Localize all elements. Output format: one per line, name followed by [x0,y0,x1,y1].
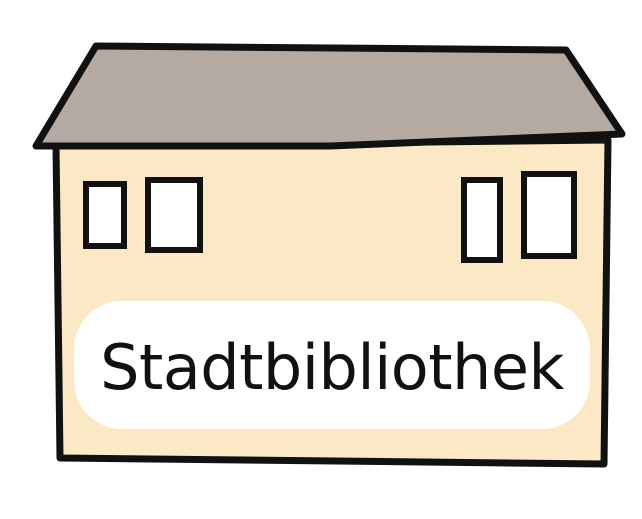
window-right-2 [521,171,577,259]
library-illustration: Stadtbibliothek [0,0,642,514]
library-sign-text: Stadtbibliothek [100,331,564,404]
library-building-drawing [32,42,626,468]
window-left-2 [145,177,203,253]
building-roof [32,42,626,150]
window-left-1 [83,181,127,249]
window-right-1 [461,177,503,263]
